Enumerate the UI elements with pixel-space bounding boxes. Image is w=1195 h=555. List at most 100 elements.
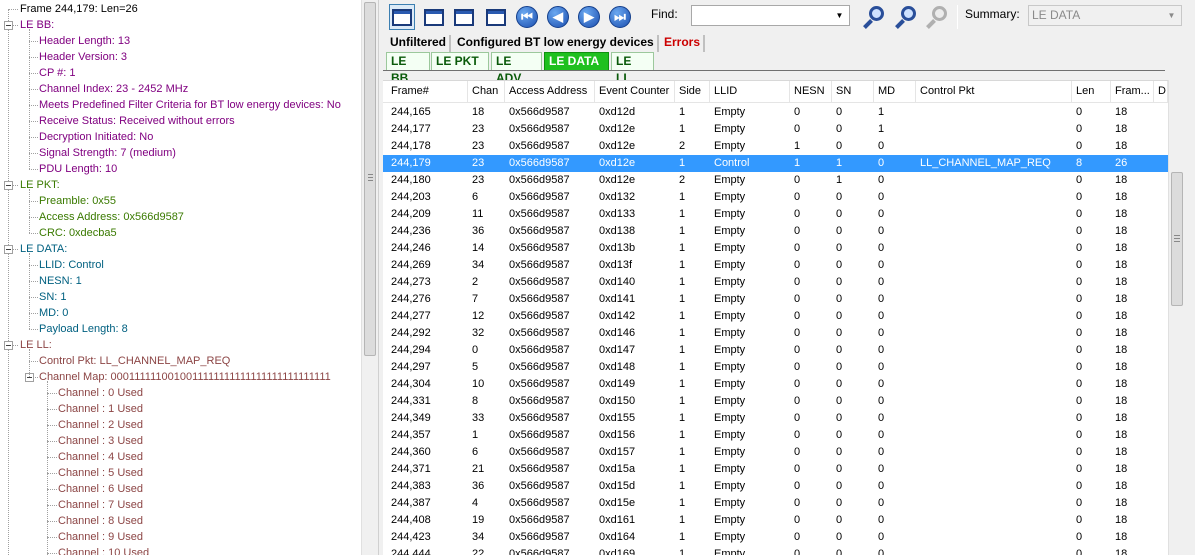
column-header[interactable]: SN [832, 81, 874, 102]
tree-node-field[interactable]: Channel : 8 Used [58, 513, 143, 529]
find-clear-button[interactable] [926, 4, 952, 30]
table-row[interactable]: 244,294 0 0x566d9587 0xd147 1 Empty 0 0 0 0 18 [383, 342, 1168, 359]
tree-node-header[interactable]: LE DATA: [20, 241, 67, 257]
view-layout-1-button[interactable] [389, 4, 415, 30]
column-header[interactable]: Event Counter [595, 81, 675, 102]
table-vertical-scrollbar[interactable] [1168, 80, 1185, 555]
table-row[interactable]: 244,349 33 0x566d9587 0xd155 1 Empty 0 0 0 0 18 [383, 410, 1168, 427]
tree-node-header[interactable]: LE LL: [20, 337, 52, 353]
first-frame-button[interactable]: ⏮ [514, 4, 540, 30]
next-frame-button[interactable]: ▶ [576, 4, 602, 30]
tree-node-field[interactable]: Channel : 7 Used [58, 497, 143, 513]
tab-le-adv[interactable]: LE ADV [491, 52, 542, 85]
tab-unfiltered[interactable]: Unfiltered [387, 35, 452, 52]
tree-node-field[interactable]: Channel : 6 Used [58, 481, 143, 497]
tree-node-header[interactable]: Frame 244,179: Len=26 [20, 1, 138, 17]
decode-tree-pane[interactable]: Frame 244,179: Len=26 LE BB: Header Length… [0, 0, 361, 555]
table-row[interactable]: 244,423 34 0x566d9587 0xd164 1 Empty 0 0 0 0 18 [383, 529, 1168, 546]
tab-le-ll[interactable]: LE LL [611, 52, 654, 85]
table-row[interactable]: 244,371 21 0x566d9587 0xd15a 1 Empty 0 0 0 0 18 [383, 461, 1168, 478]
tree-node-field[interactable]: SN: 1 [39, 289, 67, 305]
tree-node-field[interactable]: Channel : 10 Used [58, 545, 149, 555]
table-row[interactable]: 244,246 14 0x566d9587 0xd13b 1 Empty 0 0 0 0 18 [383, 240, 1168, 257]
tree-node-field[interactable]: Channel Map: 000111111001001111111111111… [39, 369, 331, 385]
chevron-down-icon[interactable]: ▼ [832, 8, 847, 23]
tree-scrollbar-thumb[interactable] [364, 2, 376, 356]
tree-node-field[interactable]: Signal Strength: 7 (medium) [39, 145, 176, 161]
table-row[interactable]: 244,236 36 0x566d9587 0xd138 1 Empty 0 0 0 0 18 [383, 223, 1168, 240]
table-row[interactable]: 244,360 6 0x566d9587 0xd157 1 Empty 0 0 0 0 18 [383, 444, 1168, 461]
table-row[interactable]: 244,179 23 0x566d9587 0xd12e 1 Control 1 1 0 LL_C… [383, 155, 1168, 172]
table-row[interactable]: 244,276 7 0x566d9587 0xd141 1 Empty 0 0 0 0 18 [383, 291, 1168, 308]
tree-node-field[interactable]: CRC: 0xdecba5 [39, 225, 117, 241]
column-header[interactable]: Len [1072, 81, 1111, 102]
filter-packets-button[interactable] [483, 4, 509, 30]
table-row[interactable]: 244,165 18 0x566d9587 0xd12d 1 Empty 0 0 1 0 18 [383, 104, 1168, 121]
tree-node-field[interactable]: Meets Predefined Filter Criteria for BT … [39, 97, 341, 113]
tree-node-field[interactable]: Channel : 3 Used [58, 433, 143, 449]
find-previous-button[interactable] [863, 4, 889, 30]
view-layout-3-button[interactable] [451, 4, 477, 30]
tree-node-field[interactable]: Channel Index: 23 - 2452 MHz [39, 81, 188, 97]
tab-le-pkt[interactable]: LE PKT [431, 52, 489, 71]
column-header[interactable]: Fram... [1111, 81, 1154, 102]
table-row[interactable]: 244,269 34 0x566d9587 0xd13f 1 Empty 0 0 0 0 18 [383, 257, 1168, 274]
find-input[interactable]: ▼ [691, 5, 850, 26]
tree-node-field[interactable]: Channel : 9 Used [58, 529, 143, 545]
tree-node-field[interactable]: Header Version: 3 [39, 49, 127, 65]
table-row[interactable]: 244,383 36 0x566d9587 0xd15d 1 Empty 0 0 0 0 18 [383, 478, 1168, 495]
tab-le-bb[interactable]: LE BB [386, 52, 430, 85]
table-row[interactable]: 244,444 22 0x566d9587 0xd169 1 Empty 0 0 0 0 18 [383, 546, 1168, 555]
table-row[interactable]: 244,277 12 0x566d9587 0xd142 1 Empty 0 0 0 0 18 [383, 308, 1168, 325]
column-header[interactable]: Access Address [505, 81, 595, 102]
tree-node-field[interactable]: CP #: 1 [39, 65, 76, 81]
table-row[interactable]: 244,273 2 0x566d9587 0xd140 1 Empty 0 0 0 0 18 [383, 274, 1168, 291]
table-row[interactable]: 244,178 23 0x566d9587 0xd12e 2 Empty 1 0 0 0 18 [383, 138, 1168, 155]
tree-node-field[interactable]: Channel : 2 Used [58, 417, 143, 433]
tree-node-field[interactable]: Access Address: 0x566d9587 [39, 209, 184, 225]
tree-collapse-toggle[interactable] [4, 21, 13, 30]
tree-node-field[interactable]: Channel : 5 Used [58, 465, 143, 481]
table-scrollbar-thumb[interactable] [1171, 172, 1183, 306]
column-header[interactable]: Control Pkt [916, 81, 1072, 102]
view-layout-2-button[interactable] [421, 4, 447, 30]
column-header[interactable]: Side [675, 81, 710, 102]
tree-node-field[interactable]: Decryption Initiated: No [39, 129, 153, 145]
tree-node-field[interactable]: Receive Status: Received without errors [39, 113, 235, 129]
tab-le-data[interactable]: LE DATA [544, 52, 609, 71]
summary-select[interactable]: LE DATA ▼ [1028, 5, 1182, 26]
column-header[interactable]: MD [874, 81, 916, 102]
tree-node-field[interactable]: Payload Length: 8 [39, 321, 128, 337]
column-header[interactable]: D [1154, 81, 1168, 102]
table-row[interactable]: 244,304 10 0x566d9587 0xd149 1 Empty 0 0 0 0 18 [383, 376, 1168, 393]
chevron-down-icon[interactable]: ▼ [1164, 8, 1179, 23]
tree-node-field[interactable]: MD: 0 [39, 305, 68, 321]
tree-node-field[interactable]: LLID: Control [39, 257, 104, 273]
table-row[interactable]: 244,331 8 0x566d9587 0xd150 1 Empty 0 0 0 0 18 [383, 393, 1168, 410]
column-header[interactable]: Chan [468, 81, 505, 102]
tree-node-header[interactable]: LE PKT: [20, 177, 60, 193]
column-header[interactable]: Frame# [387, 81, 468, 102]
tree-node-field[interactable]: Channel : 1 Used [58, 401, 143, 417]
tab-errors[interactable]: Errors [661, 35, 706, 52]
table-row[interactable]: 244,177 23 0x566d9587 0xd12e 1 Empty 0 0 1 0 18 [383, 121, 1168, 138]
frame-table[interactable]: Frame# Chan Access Address Event Counter Sid… [383, 80, 1168, 555]
tree-collapse-toggle[interactable] [4, 341, 13, 350]
column-header[interactable]: NESN [790, 81, 832, 102]
tab-configured-bt-low-energy-devices[interactable]: Configured BT low energy devices [454, 35, 659, 52]
tree-collapse-toggle[interactable] [4, 245, 13, 254]
tree-node-field[interactable]: NESN: 1 [39, 273, 82, 289]
tree-vertical-scrollbar[interactable] [361, 0, 378, 555]
tree-node-field[interactable]: Control Pkt: LL_CHANNEL_MAP_REQ [39, 353, 230, 369]
table-row[interactable]: 244,357 1 0x566d9587 0xd156 1 Empty 0 0 0 0 18 [383, 427, 1168, 444]
tree-node-field[interactable]: Header Length: 13 [39, 33, 130, 49]
table-row[interactable]: 244,387 4 0x566d9587 0xd15e 1 Empty 0 0 0 0 18 [383, 495, 1168, 512]
tree-collapse-toggle[interactable] [4, 181, 13, 190]
find-next-button[interactable] [895, 4, 921, 30]
tree-node-field[interactable]: Channel : 4 Used [58, 449, 143, 465]
tree-node-header[interactable]: LE BB: [20, 17, 54, 33]
tree-node-field[interactable]: Preamble: 0x55 [39, 193, 116, 209]
table-row[interactable]: 244,203 6 0x566d9587 0xd132 1 Empty 0 0 0 0 18 [383, 189, 1168, 206]
table-row[interactable]: 244,297 5 0x566d9587 0xd148 1 Empty 0 0 0 0 18 [383, 359, 1168, 376]
last-frame-button[interactable]: ⏭ [607, 4, 633, 30]
